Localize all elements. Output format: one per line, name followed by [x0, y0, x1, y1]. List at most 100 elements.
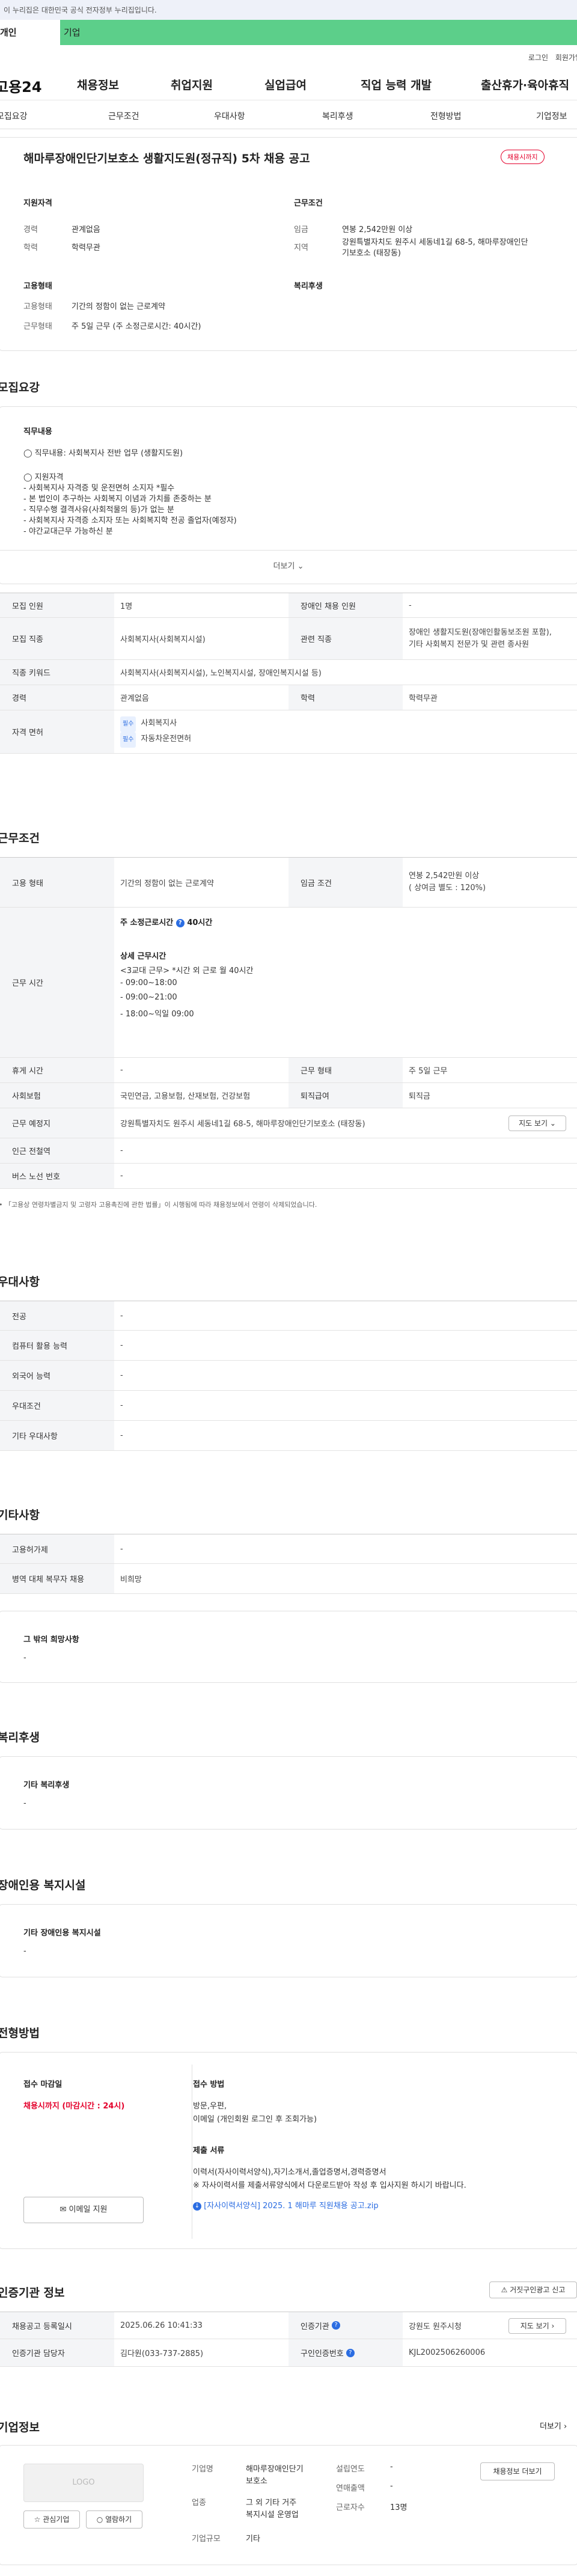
worktype-value: 주 5일 근무 (주 소정근로시간: 40시간) — [72, 322, 201, 331]
agency-map-button[interactable]: 지도 보기 › — [508, 2318, 566, 2334]
table-row: 채용공고 등록일시 2025.06.26 10:41:33 인증기관 ? 강원도… — [0, 2312, 577, 2339]
reg-date-value: 2025.06.26 10:41:33 — [120, 2321, 203, 2330]
wage-line-2: ( 상여금 별도 : 120%) — [409, 884, 486, 893]
selection-box: 접수 마감일 채용시까지 (마감시간 : 24시) ✉ 이메일 지원 접수 방법… — [0, 2052, 577, 2249]
utility-links: 로그인 회원가입 — [0, 45, 577, 67]
nav-unemployment-benefit[interactable]: 실업급여 — [264, 76, 307, 93]
hours-detail-title: 상세 근무시간 — [120, 952, 166, 961]
tab-company-info[interactable]: 기업정보 — [536, 110, 567, 122]
license-values: 필수 사회복지사 필수 자동차운전면허 — [120, 710, 191, 753]
wage-value: 연봉 2,542만원 이상 — [342, 225, 413, 234]
tab-work-conditions[interactable]: 근무조건 — [108, 110, 139, 122]
tab-welfare[interactable]: 복리후생 — [322, 110, 353, 122]
insurance-label: 사회보험 — [0, 1083, 114, 1108]
attachment-link[interactable]: ↓ [자사이력서양식] 2025. 1 해마루 직원채용 공고.zip — [193, 2199, 379, 2211]
company-more-link[interactable]: 더보기 › — [540, 2420, 567, 2431]
notice-no-label-text: 구인인증번호 — [301, 2349, 344, 2358]
region-label: 지역 — [294, 243, 308, 252]
industry-line-1: 그 외 기타 거주 — [246, 2498, 297, 2507]
emp-type-value: 기간의 정함이 없는 근로계약 — [120, 879, 214, 888]
method-line-0: 방문,우편, — [193, 2102, 227, 2111]
recruit-section-title: 모집요강 — [0, 381, 40, 394]
welfare-section-title: 복리후생 — [0, 1731, 40, 1744]
nav-jobs[interactable]: 채용정보 — [77, 76, 119, 93]
nav-vocational-training[interactable]: 직업 능력 개발 — [361, 76, 432, 93]
deadline-title: 접수 마감일 — [23, 2080, 63, 2089]
notice-no-label: 구인인증번호 ? — [288, 2339, 403, 2366]
job-summary-card: 해마루장애인단기보호소 생활지도원(정규직) 5차 채용 공고 채용시까지 지원… — [0, 137, 577, 351]
star-icon: ☆ — [34, 2515, 41, 2524]
section-tabs: 모집요강 근무조건 우대사항 복리후생 전형방법 기업정보 — [0, 100, 577, 129]
tab-preferences[interactable]: 우대사항 — [214, 110, 245, 122]
agency-label: 인증기관 ? — [288, 2312, 403, 2339]
pref-other-label: 기타 우대사항 — [0, 1421, 114, 1450]
tab-selection[interactable]: 전형방법 — [430, 110, 462, 122]
welfare-box: 기타 복리후생 - — [0, 1756, 577, 1830]
hours-line-2: - 09:00~21:00 — [120, 993, 177, 1002]
report-button-label: 거짓구인광고 신고 — [510, 2286, 566, 2294]
map-button[interactable]: 지도 보기 ⌄ — [508, 1116, 566, 1131]
industry-line-2: 복지시설 운영업 — [246, 2510, 299, 2520]
job-category-value: 사회복지사(사회복지시설) — [120, 635, 206, 644]
tab-personal[interactable]: 개인 — [0, 20, 60, 45]
education-label: 학력 — [23, 243, 38, 252]
more-button[interactable]: 더보기 ⌄ — [0, 550, 577, 584]
info-icon[interactable]: ? — [331, 2321, 340, 2330]
company-jobs-button[interactable]: 채용정보 더보기 — [480, 2462, 555, 2480]
global-nav: 고용24 채용정보 취업지원 실업급여 직업 능력 개발 출산휴가·육아휴직 — [0, 67, 577, 100]
count-label: 모집 인원 — [0, 593, 114, 617]
method-title: 접수 방법 — [193, 2080, 225, 2089]
pref-language-label: 외국어 능력 — [0, 1361, 114, 1390]
work-form-value: 주 5일 근무 — [409, 1067, 448, 1076]
company-name-line-2: 보호소 — [246, 2477, 267, 2486]
agency-section-title: 인증기관 정보 — [0, 2286, 65, 2300]
tab-recruit[interactable]: 모집요강 — [0, 110, 28, 122]
career-value: 관계없음 — [72, 225, 100, 234]
docs-line-1: ※ 자사이력서를 제출서류양식에서 다운로드받아 작성 후 입사지원 하시기 바… — [193, 2181, 466, 2190]
site-logo[interactable]: 고용24 — [0, 75, 42, 96]
info-icon[interactable]: ? — [176, 918, 185, 927]
license-label: 자격 면허 — [0, 710, 114, 753]
chevron-right-icon: › — [564, 2422, 567, 2431]
subway-value: - — [120, 1146, 123, 1155]
subscribe-button[interactable]: ○ 열람하기 — [86, 2510, 142, 2529]
military-label: 병역 대체 복무자 채용 — [0, 1564, 114, 1593]
report-false-ad-button[interactable]: ⚠ 거짓구인광고 신고 — [489, 2281, 577, 2298]
table-row: 기타 우대사항 - — [0, 1421, 577, 1451]
table-row: 모집 직종 사회복지사(사회복지시설) 관련 직종 장애인 생활지도원(장애인활… — [0, 618, 577, 660]
info-icon[interactable]: ? — [346, 2348, 355, 2357]
agency-value: 강원도 원주시청 — [409, 2322, 462, 2331]
signup-link[interactable]: 회원가입 — [555, 52, 577, 63]
docs-line-0: 이력서(자사이력서양식),자기소개서,졸업증명서,경력증명서 — [193, 2168, 386, 2177]
qual-line-1: - 사회복지사 자격증 및 운전면허 소지자 *필수 — [23, 484, 175, 493]
emp-type-label: 고용 형태 — [0, 858, 114, 907]
table-row: 컴퓨터 활용 능력 - — [0, 1331, 577, 1361]
gov-notice-bar: 이 누리집은 대한민국 공식 전자정부 누리집입니다. — [0, 0, 577, 20]
employment-label: 고용형태 — [23, 302, 52, 311]
career-row-label: 경력 — [0, 685, 114, 710]
extra-wishes-title: 그 밖의 희망사항 — [23, 1635, 79, 1644]
required-tag: 필수 — [120, 716, 136, 732]
keyword-value: 사회복지사(사회복지시설), 노인복지시설, 장애인복지시설 등) — [120, 669, 322, 678]
qual-line-3: - 직무수행 결격사유(사회적물의 등)가 없는 분 — [23, 505, 174, 514]
interest-company-button[interactable]: ☆ 관심기업 — [23, 2510, 80, 2529]
nav-employment-support[interactable]: 취업지원 — [171, 76, 213, 93]
edu-row-label: 학력 — [288, 685, 403, 710]
notice-no-value: KJL2002506260006 — [409, 2348, 486, 2357]
welfare-box-title: 기타 복리후생 — [23, 1781, 70, 1790]
rest-label: 휴게 시간 — [0, 1058, 114, 1082]
nav-parental-leave[interactable]: 출산휴가·육아휴직 — [481, 76, 569, 93]
table-row: 고용 형태 기간의 정함이 없는 근로계약 임금 조건 연봉 2,542만원 이… — [0, 857, 577, 908]
industry-label: 업종 — [192, 2498, 206, 2507]
wage-label: 임금 — [294, 225, 308, 234]
related-job-line-2: 기타 사회복지 전문가 및 관련 종사원 — [409, 639, 530, 649]
facility-box: 기타 장애인용 복지시설 - — [0, 1904, 577, 1977]
email-apply-button[interactable]: ✉ 이메일 지원 — [23, 2197, 144, 2223]
qual-line-5: - 야간교대근무 가능하신 분 — [23, 527, 113, 536]
facility-section-title: 장애인용 복지시설 — [0, 1879, 86, 1892]
table-row: 자격 면허 필수 사회복지사 필수 자동차운전면허 — [0, 710, 577, 754]
tab-company[interactable]: 기업 — [60, 20, 577, 45]
work-form-label: 근무 형태 — [288, 1058, 403, 1082]
company-box: LOGO ☆ 관심기업 ○ 열람하기 기업명 해마루장애인단기 보호소 업종 그… — [0, 2445, 577, 2565]
login-link[interactable]: 로그인 — [528, 52, 548, 63]
